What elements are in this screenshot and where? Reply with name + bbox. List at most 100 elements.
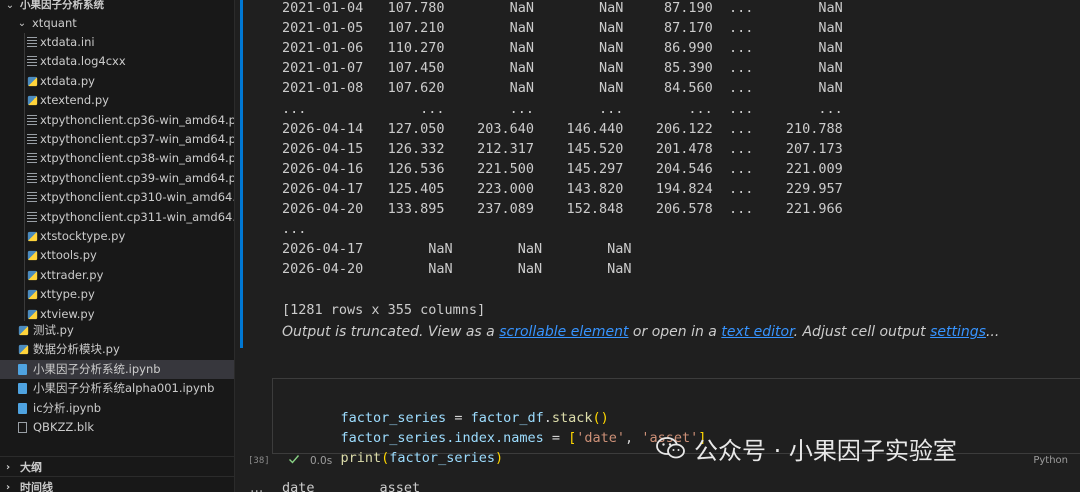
chevron-right-icon: › bbox=[6, 482, 11, 492]
config-file-icon bbox=[27, 153, 37, 165]
tree-file-item[interactable]: xtdata.ini bbox=[0, 33, 234, 52]
tree-file-item[interactable]: xtstocktype.py bbox=[0, 227, 234, 246]
tree-file-item[interactable]: xtpythonclient.cp36-win_amd64.pyd bbox=[0, 111, 234, 130]
tree-file-item[interactable]: xtpythonclient.cp311-win_amd64.pyd bbox=[0, 208, 234, 227]
code-token: factor_series bbox=[389, 450, 495, 466]
code-line-2[interactable]: factor_series.index.names = ['date', 'as… bbox=[308, 408, 707, 446]
watermark: 公众号 · 小果因子实验室 bbox=[656, 430, 957, 466]
note-text: . Adjust cell output bbox=[793, 324, 931, 340]
tree-item-label: xtpythonclient.cp310-win_amd64.pyd bbox=[40, 190, 235, 205]
output-row: 2021-01-06 110.270 NaN NaN 86.990 ... Na… bbox=[282, 40, 843, 57]
config-file-icon bbox=[27, 172, 37, 184]
code-line-1[interactable]: factor_series = factor_df.stack() bbox=[308, 388, 609, 426]
tree-item-label: xtdata.py bbox=[40, 73, 95, 88]
chevron-down-icon: ⌄ bbox=[17, 18, 27, 29]
chevron-down-icon: ⌄ bbox=[5, 0, 15, 11]
output-row: 2026-04-16 126.536 221.500 145.297 204.5… bbox=[282, 160, 843, 177]
python-file-icon bbox=[27, 270, 38, 280]
tree-file-item[interactable]: 小果因子分析系统alpha001.ipynb bbox=[0, 379, 234, 398]
tree-item-label: xtdata.ini bbox=[40, 35, 95, 49]
config-file-icon bbox=[27, 37, 37, 48]
config-file-icon bbox=[27, 114, 37, 126]
notebook-file-icon bbox=[18, 363, 27, 375]
cell-language-picker[interactable]: Python bbox=[1033, 455, 1068, 466]
timeline-section-header[interactable]: › 时间线 bbox=[0, 476, 234, 492]
tree-folder-xtquant[interactable]: ⌄ xtquant bbox=[0, 14, 234, 33]
code-line-3[interactable]: print(factor_series) bbox=[308, 428, 504, 466]
tree-item-label: xttools.py bbox=[40, 248, 97, 263]
code-token: = bbox=[543, 430, 569, 446]
tree-file-item[interactable]: 数据分析模块.py bbox=[0, 340, 234, 359]
tree-file-item[interactable]: xtdata.log4cxx bbox=[0, 52, 234, 71]
tree-file-item[interactable]: xtpythonclient.cp37-win_amd64.pyd bbox=[0, 130, 234, 149]
output-more-actions-icon[interactable]: ... bbox=[250, 480, 263, 492]
notebook-file-icon bbox=[18, 383, 27, 395]
python-file-icon bbox=[27, 290, 38, 300]
tree-item-label: xtstocktype.py bbox=[40, 229, 126, 243]
code-token: print bbox=[340, 450, 382, 466]
python-file-icon bbox=[27, 96, 38, 106]
output-row: ... bbox=[282, 221, 307, 238]
tree-file-item[interactable]: xtpythonclient.cp38-win_amd64.pyd bbox=[0, 149, 234, 168]
code-token: ) bbox=[494, 450, 504, 466]
output-row: 2021-01-08 107.620 NaN NaN 84.560 ... Na… bbox=[282, 80, 843, 97]
python-file-icon bbox=[27, 231, 38, 242]
tree-file-item[interactable]: xtextend.py bbox=[0, 91, 234, 110]
config-file-icon bbox=[27, 56, 37, 68]
scrollable-element-link[interactable]: scrollable element bbox=[499, 324, 628, 340]
note-text: Output is truncated. View as a bbox=[282, 324, 500, 340]
text-editor-link[interactable]: text editor bbox=[721, 324, 793, 340]
tree-item-label: xtpythonclient.cp39-win_amd64.pyd bbox=[40, 170, 235, 185]
tree-file-item[interactable]: xttype.py bbox=[0, 285, 234, 304]
tree-file-item[interactable]: QBKZZ.blk bbox=[0, 418, 234, 437]
timeline-label: 时间线 bbox=[20, 481, 53, 492]
outline-section-header[interactable]: › 大纲 bbox=[0, 456, 234, 478]
note-text: or open in a bbox=[628, 324, 722, 340]
output-shape-line: [1281 rows x 355 columns] bbox=[282, 302, 486, 318]
cell-focus-indicator bbox=[240, 0, 243, 348]
wechat-icon bbox=[656, 437, 685, 459]
tree-file-item[interactable]: 小果因子分析系统.ipynb bbox=[0, 359, 234, 379]
tree-item-label: 小果因子分析系统.ipynb bbox=[33, 361, 161, 376]
output-row: ... ... ... ... ... ... ... bbox=[282, 100, 843, 117]
tree-file-item[interactable]: xttrader.py bbox=[0, 266, 234, 285]
watermark-text: 公众号 · 小果因子实验室 bbox=[694, 436, 957, 465]
explorer-sidebar: ⌄ 小果因子分析系统 ⌄ xtquant xtdata.ini xtdata.lo… bbox=[0, 0, 235, 492]
output-row: 2021-01-04 107.780 NaN NaN 87.190 ... Na… bbox=[282, 0, 843, 16]
tree-item-label: xtpythonclient.cp38-win_amd64.pyd bbox=[40, 151, 235, 166]
output-row: 2026-04-15 126.332 212.317 145.520 201.4… bbox=[282, 140, 843, 157]
tree-file-item[interactable]: xtdata.py bbox=[0, 72, 234, 91]
tree-item-label: xttrader.py bbox=[40, 267, 104, 282]
tree-file-item[interactable]: xtpythonclient.cp39-win_amd64.pyd bbox=[0, 169, 234, 188]
notebook-editor: 2021-01-04 107.780 NaN NaN 87.190 ... Na… bbox=[236, 0, 1080, 492]
tree-item-label: 测试.py bbox=[33, 323, 74, 337]
next-output-header: date asset bbox=[282, 480, 421, 492]
code-token: , bbox=[625, 430, 642, 446]
tree-item-label: xtpythonclient.cp37-win_amd64.pyd bbox=[40, 132, 235, 146]
tree-folder-root[interactable]: ⌄ 小果因子分析系统 bbox=[0, 0, 234, 15]
tree-file-item[interactable]: xtpythonclient.cp310-win_amd64.pyd bbox=[0, 188, 234, 207]
tree-item-label: 小果因子分析系统alpha001.ipynb bbox=[33, 381, 215, 396]
execution-time: 0.0s bbox=[310, 455, 333, 467]
tree-item-label: xtpythonclient.cp36-win_amd64.pyd bbox=[40, 112, 235, 127]
tree-item-label: xtpythonclient.cp311-win_amd64.pyd bbox=[40, 209, 235, 224]
python-file-icon bbox=[18, 345, 29, 355]
output-row: 2026-04-17 NaN NaN NaN bbox=[282, 241, 632, 258]
note-text: ... bbox=[985, 324, 1000, 340]
config-file-icon bbox=[27, 211, 37, 223]
output-row: 2026-04-17 125.405 223.000 143.820 194.8… bbox=[282, 180, 843, 197]
tree-file-item[interactable]: 测试.py bbox=[0, 321, 234, 340]
tree-file-item[interactable]: ic分析.ipynb bbox=[0, 399, 234, 418]
execution-count: [38] bbox=[248, 456, 270, 466]
output-row: 2026-04-14 127.050 203.640 146.440 206.1… bbox=[282, 120, 843, 137]
config-file-icon bbox=[27, 134, 37, 145]
tree-item-label: xttype.py bbox=[40, 287, 95, 302]
python-file-icon bbox=[27, 309, 38, 319]
plain-file-icon bbox=[18, 422, 27, 433]
python-file-icon bbox=[18, 325, 29, 336]
output-row: 2021-01-05 107.210 NaN NaN 87.170 ... Na… bbox=[282, 20, 843, 37]
truncated-output-note: Output is truncated. View as a scrollabl… bbox=[282, 324, 999, 340]
settings-link[interactable]: settings bbox=[930, 324, 986, 340]
check-icon bbox=[289, 455, 300, 464]
tree-file-item[interactable]: xttools.py bbox=[0, 246, 234, 265]
